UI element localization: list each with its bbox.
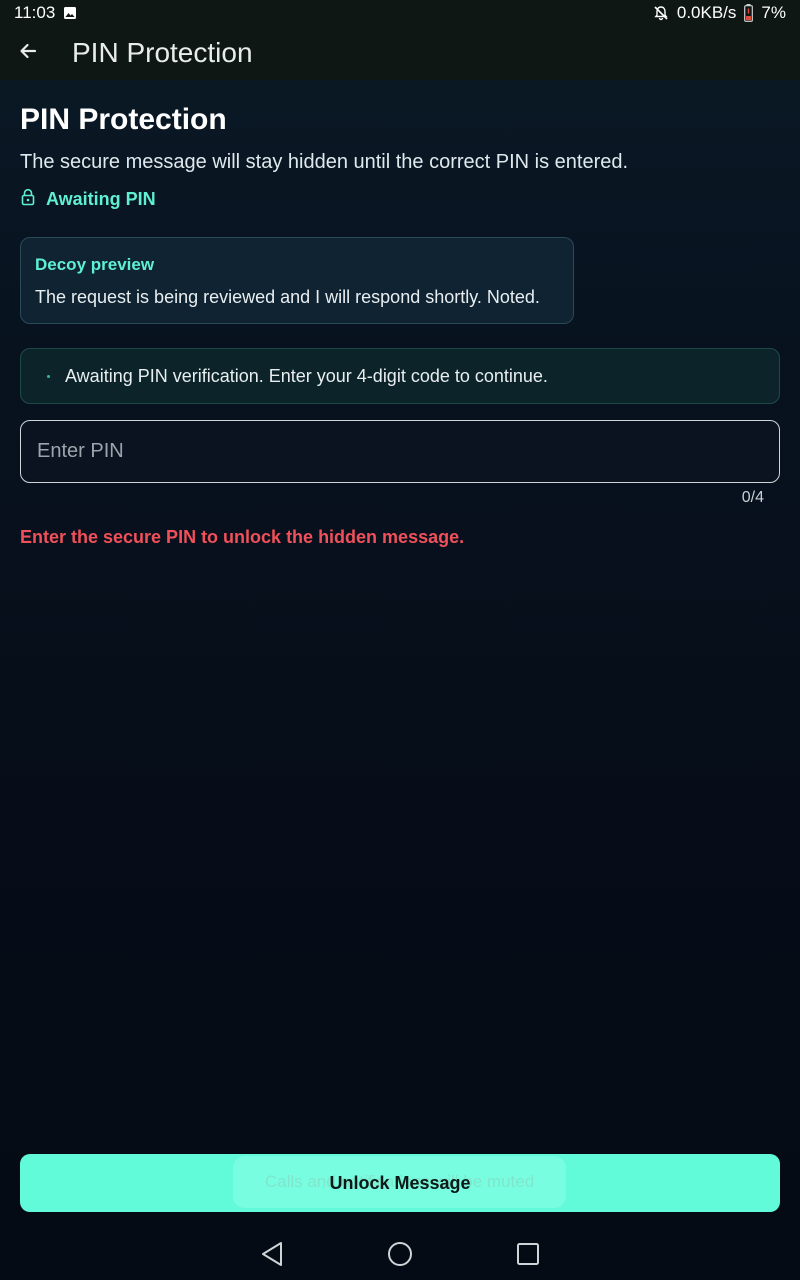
network-speed: 0.0KB/s	[676, 3, 737, 22]
app-bar-title: PIN Protection	[72, 37, 253, 68]
pin-status-label: Awaiting PIN	[46, 189, 156, 209]
decoy-preview-card: Decoy preview The request is being revie…	[20, 237, 574, 324]
battery-level: 7%	[761, 3, 786, 22]
muted-bell-icon	[653, 5, 669, 21]
status-bar: 11:03 0.0KB/s 7%	[0, 0, 800, 26]
main-content: PIN Protection The secure message will s…	[20, 80, 780, 548]
home-circle-icon	[387, 1241, 413, 1272]
status-left: 11:03	[14, 3, 77, 23]
app-bar: PIN Protection	[0, 26, 800, 80]
status-right: 0.0KB/s 7%	[653, 3, 786, 23]
verification-text: Awaiting PIN verification. Enter your 4-…	[65, 365, 548, 386]
pin-character-counter: 0/4	[741, 489, 764, 506]
battery-low-icon	[744, 4, 754, 22]
system-nav-bar	[0, 1232, 800, 1280]
pin-status: Awaiting PIN	[20, 188, 780, 211]
error-message: Enter the secure PIN to unlock the hidde…	[20, 527, 465, 547]
toast-message: Calls and notifications will be muted	[233, 1156, 566, 1208]
pin-input[interactable]	[20, 420, 780, 483]
status-time: 11:03	[14, 3, 56, 22]
verification-banner: Awaiting PIN verification. Enter your 4-…	[20, 348, 780, 404]
back-button[interactable]	[0, 26, 56, 80]
arrow-left-icon	[18, 41, 38, 66]
recents-square-icon	[516, 1242, 540, 1271]
loading-spinner-icon	[43, 373, 50, 379]
lock-icon	[20, 188, 36, 211]
back-triangle-icon	[260, 1241, 284, 1272]
nav-back-button[interactable]	[253, 1237, 291, 1275]
nav-home-button[interactable]	[381, 1237, 419, 1275]
decoy-preview-title: Decoy preview	[35, 255, 155, 274]
page-subtitle: The secure message will stay hidden unti…	[20, 151, 629, 173]
decoy-preview-text: The request is being reviewed and I will…	[35, 287, 540, 307]
page-title: PIN Protection	[20, 103, 227, 136]
image-notification-icon	[63, 6, 77, 20]
nav-recents-button[interactable]	[509, 1237, 547, 1275]
